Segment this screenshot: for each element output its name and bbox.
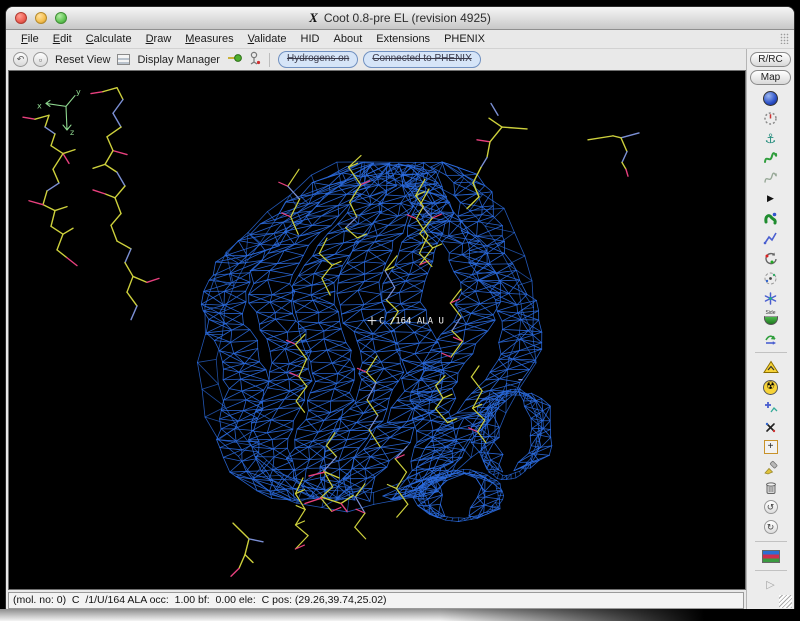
minimize-button[interactable] (35, 12, 47, 24)
mutate-icon[interactable]: ☢ (760, 378, 782, 396)
menu-validate[interactable]: Validate (241, 32, 294, 46)
rrc-button[interactable]: R/RC (750, 52, 791, 67)
reset-view-button[interactable]: Reset View (53, 54, 112, 66)
graphics-viewport[interactable]: x y z C /164 ALA U (8, 70, 746, 590)
display-manager-icon[interactable] (117, 54, 130, 65)
side-chain-flip-icon[interactable]: Side (760, 309, 782, 327)
anchor-icon[interactable]: ⚓ (760, 129, 782, 147)
sidebar-icons: ⚓ ▶ Side ☢ + ↺ ↻ ▷ (755, 88, 787, 595)
menu-file[interactable]: File (14, 32, 46, 46)
real-space-refine-icon[interactable] (760, 149, 782, 167)
map-button[interactable]: Map (750, 70, 791, 85)
menu-calculate[interactable]: Calculate (79, 32, 139, 46)
status-text: (mol. no: 0) C /1/U/164 ALA occ: 1.00 bf… (8, 592, 744, 609)
sidebar-separator (755, 570, 787, 571)
menu-phenix[interactable]: PHENIX (437, 32, 492, 46)
modelling-sidebar: R/RC Map ⚓ ▶ Side ☢ + ↺ ↻ ▷ (746, 49, 794, 610)
goto-ligand-icon[interactable] (248, 51, 261, 68)
window-shadow (0, 609, 800, 621)
menu-about[interactable]: About (327, 32, 370, 46)
menu-measures[interactable]: Measures (178, 32, 240, 46)
close-button[interactable] (15, 12, 27, 24)
pick-label: C /164 ALA U (379, 317, 444, 327)
x11-icon: X (309, 10, 318, 26)
torsion-general-icon[interactable] (760, 418, 782, 436)
screen: { "window": { "title": "Coot 0.8-pre EL … (0, 0, 800, 621)
window-title: X Coot 0.8-pre EL (revision 4925) (309, 10, 491, 26)
zoom-button[interactable] (55, 12, 67, 24)
axis-y-label: y (76, 88, 81, 97)
add-terminal-residue-icon[interactable] (760, 358, 782, 376)
clear-pending-icon[interactable] (760, 458, 782, 476)
window-title-text: Coot 0.8-pre EL (revision 4925) (324, 11, 491, 25)
add-alt-conf-icon[interactable] (760, 398, 782, 416)
display-manager-button[interactable]: Display Manager (135, 54, 222, 66)
rigid-body-fit-icon[interactable] (760, 209, 782, 227)
status-bar: (mol. no: 0) C /1/U/164 ALA occ: 1.00 bf… (6, 590, 746, 610)
menubar-grip[interactable] (780, 33, 789, 44)
menu-draw[interactable]: Draw (139, 32, 179, 46)
delete-item-icon[interactable] (760, 478, 782, 496)
hydrogens-toggle-button[interactable]: Hydrogens on (278, 51, 358, 68)
window-controls (15, 12, 67, 24)
toolbar-separator (269, 53, 270, 67)
auto-fit-rotamer-icon[interactable] (760, 249, 782, 267)
edit-chi-angles-icon[interactable] (760, 289, 782, 307)
title-bar[interactable]: X Coot 0.8-pre EL (revision 4925) (6, 7, 794, 30)
nav-back-button[interactable]: ↶ (13, 52, 28, 67)
rotamers-icon[interactable] (760, 269, 782, 287)
menu-hid[interactable]: HID (294, 32, 327, 46)
menubar-items: FileEditCalculateDrawMeasuresValidateHID… (14, 32, 492, 46)
toolbar: ↶ ▫ Reset View Display Manager Hydrogens… (6, 49, 746, 70)
sidebar-separator (755, 541, 787, 542)
redo-icon[interactable]: ↻ (760, 518, 782, 536)
goto-atom-icon[interactable] (227, 52, 243, 67)
window-resize-grip[interactable] (779, 595, 792, 608)
phenix-connection-button[interactable]: Connected to PHENIX (363, 51, 481, 68)
rotate-translate-icon[interactable] (760, 229, 782, 247)
expand-icon[interactable]: ▷ (760, 576, 782, 594)
regularize-zone-icon[interactable] (760, 169, 782, 187)
fixed-atoms-icon[interactable]: ▶ (760, 189, 782, 207)
axis-z-label: z (70, 128, 74, 137)
scene-svg: x y z C /164 ALA U (9, 71, 745, 589)
place-atom-icon[interactable]: + (760, 438, 782, 456)
main-column: ↶ ▫ Reset View Display Manager Hydrogens… (6, 49, 746, 610)
timer-icon[interactable] (760, 109, 782, 127)
sidebar-separator (755, 352, 787, 353)
content: ↶ ▫ Reset View Display Manager Hydrogens… (6, 49, 794, 610)
menu-extensions[interactable]: Extensions (369, 32, 437, 46)
flip-peptide-icon[interactable] (760, 329, 782, 347)
axis-x-label: x (37, 101, 42, 110)
sphere-icon[interactable] (760, 89, 782, 107)
coot-window: X Coot 0.8-pre EL (revision 4925) FileEd… (5, 6, 795, 611)
menubar: FileEditCalculateDrawMeasuresValidateHID… (6, 30, 794, 49)
menu-edit[interactable]: Edit (46, 32, 79, 46)
undo-icon[interactable]: ↺ (760, 498, 782, 516)
reset-view-icon[interactable]: ▫ (33, 52, 48, 67)
run-refmac-icon[interactable] (760, 547, 782, 565)
